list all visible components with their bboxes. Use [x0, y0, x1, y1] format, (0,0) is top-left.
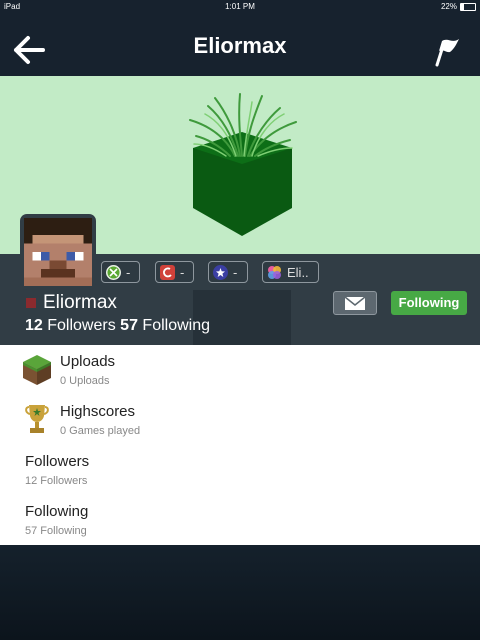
second-account-label: -	[180, 264, 185, 280]
list-item-following[interactable]: Following 57 Following	[0, 495, 480, 545]
star-network-icon	[213, 264, 228, 280]
report-button[interactable]	[432, 35, 462, 67]
following-button[interactable]: Following	[391, 291, 467, 315]
battery-percent: 22%	[440, 2, 457, 11]
navigation-bar: Eliormax	[0, 13, 480, 76]
avatar[interactable]	[20, 214, 96, 290]
game-center-account-label: Eli..	[287, 264, 309, 280]
battery-indicator: 22%	[441, 0, 476, 13]
list-item-highscores[interactable]: Highscores 0 Games played	[0, 395, 480, 445]
third-account-badge[interactable]: -	[208, 261, 248, 283]
battery-icon	[460, 2, 476, 11]
status-time: 1:01 PM	[225, 2, 255, 11]
followers-count: 12	[25, 317, 43, 334]
envelope-icon	[344, 296, 366, 310]
second-account-badge[interactable]: -	[155, 261, 194, 283]
game-center-icon	[267, 265, 282, 280]
profile-menu-list: Uploads 0 Uploads Highscores 0 Games pla…	[0, 345, 480, 545]
game-center-account-badge[interactable]: Eli..	[262, 261, 319, 283]
followers-title: Followers	[25, 453, 90, 470]
highscores-title: Highscores	[60, 403, 136, 420]
uploads-subtitle: 0 Uploads	[60, 375, 110, 387]
trophy-icon	[25, 405, 49, 433]
message-button[interactable]	[333, 291, 377, 315]
xbox-icon	[106, 264, 121, 280]
follow-counts: 12 Followers 57 Following	[25, 317, 210, 335]
xbox-account-badge[interactable]: -	[101, 261, 140, 283]
avatar-image	[24, 218, 92, 286]
console-network-icon	[160, 264, 175, 280]
followers-count-label: Followers	[47, 317, 116, 334]
highscores-subtitle: 0 Games played	[60, 425, 141, 437]
following-subtitle: 57 Following	[25, 525, 87, 537]
empty-background-area	[0, 545, 480, 640]
page-title: Eliormax	[193, 33, 287, 58]
uploads-title: Uploads	[60, 353, 116, 370]
xbox-account-label: -	[126, 264, 131, 280]
list-item-uploads[interactable]: Uploads 0 Uploads	[0, 345, 480, 395]
third-account-label: -	[233, 264, 238, 280]
flag-icon	[435, 39, 459, 67]
following-count-label: Following	[142, 317, 211, 334]
status-bar: iPad 1:01 PM 22%	[0, 0, 480, 13]
followers-subtitle: 12 Followers	[25, 475, 88, 487]
grass-block-icon	[23, 355, 51, 385]
list-item-followers[interactable]: Followers 12 Followers	[0, 445, 480, 495]
status-indicator	[26, 298, 36, 308]
following-count: 57	[120, 317, 138, 334]
following-title: Following	[25, 503, 89, 520]
profile-username: Eliormax	[43, 292, 117, 313]
